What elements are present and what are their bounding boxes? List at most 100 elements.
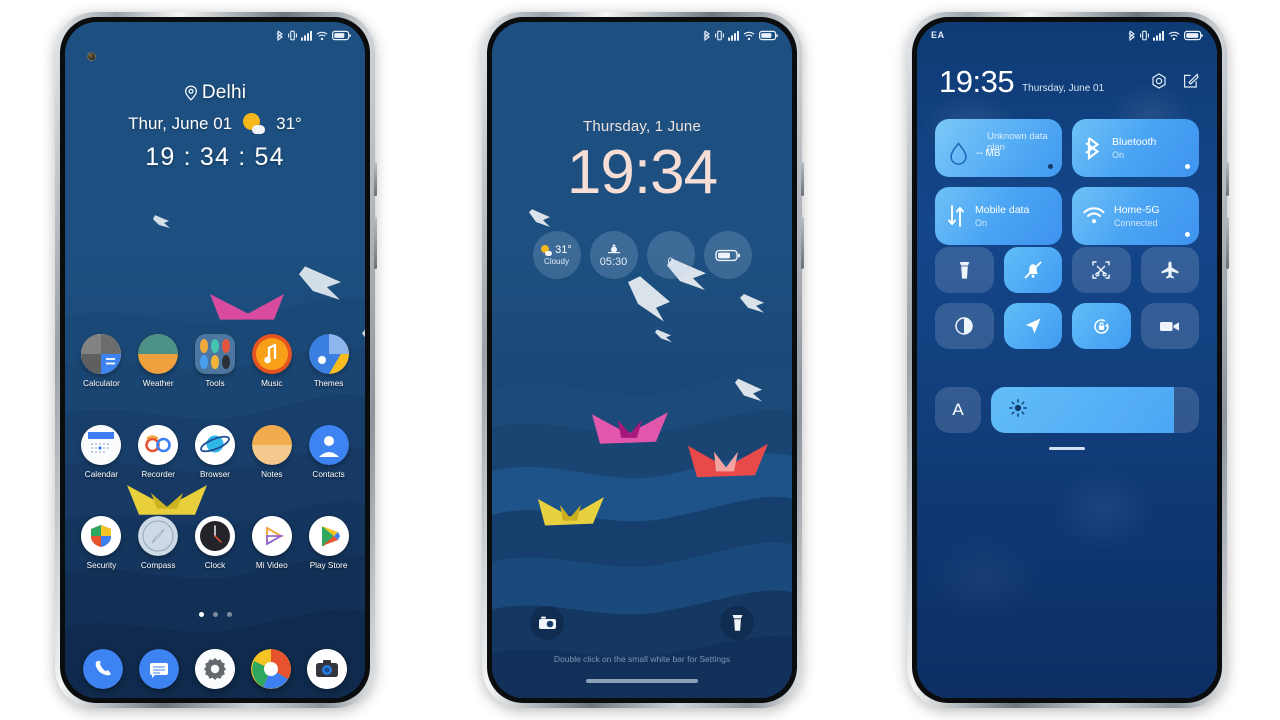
status-bar: EA [917, 22, 1217, 48]
dock-messages[interactable] [131, 649, 187, 689]
weather-clock-widget[interactable]: Delhi Thur, June 01 31° 19 : 34 : 54 [65, 82, 365, 172]
qt-screen-recorder[interactable] [1140, 303, 1199, 349]
tile-mobile-data[interactable]: Mobile data On [935, 187, 1062, 245]
page-dot-3[interactable] [226, 612, 232, 617]
status-icons [1128, 30, 1203, 41]
bluetooth-icon [703, 30, 710, 41]
pill-weather-row: 31° [541, 244, 572, 256]
wifi-icon [1083, 207, 1105, 224]
app-weather[interactable]: Weather [130, 334, 187, 388]
power-button[interactable] [801, 162, 804, 196]
app-calendar[interactable]: Calendar [73, 425, 130, 479]
wifi-icon [1168, 31, 1180, 40]
sun-cloud-icon [541, 244, 553, 256]
flashlight-icon [732, 615, 742, 631]
status-bar [492, 22, 792, 48]
app-grid-row-1: Calculator Weather Tools Music Themes [65, 334, 365, 388]
app-recorder[interactable]: Recorder [130, 425, 187, 479]
phone-lock-screen: Thursday, 1 June 19:34 31° Cloudy 05:30 [482, 12, 804, 708]
app-compass[interactable]: Compass [130, 516, 187, 570]
lock-shortcuts [492, 606, 792, 640]
qt-screenshot[interactable] [1072, 247, 1131, 293]
tile-wifi[interactable]: Home-5G Connected [1072, 187, 1199, 245]
weather-date-row: Thur, June 01 31° [65, 113, 365, 135]
browser-icon [194, 425, 235, 465]
home-screen[interactable]: Delhi Thur, June 01 31° 19 : 34 : 54 Cal… [65, 22, 365, 698]
app-music[interactable]: Music [243, 334, 300, 388]
cc-header-actions [1151, 73, 1199, 94]
pill-weather[interactable]: 31° Cloudy [532, 231, 581, 279]
brightness-slider[interactable] [991, 387, 1199, 433]
cc-clock: 19:35 [939, 64, 1015, 99]
weather-city-row: Delhi [65, 82, 365, 104]
app-clock[interactable]: Clock [187, 516, 244, 570]
app-mi-video[interactable]: Mi Video [243, 516, 300, 570]
volume-button[interactable] [1226, 217, 1229, 269]
tile-data-plan[interactable]: Unknown data plan -- MB [935, 119, 1062, 177]
qt-dark-mode[interactable] [935, 303, 994, 349]
dock-phone[interactable] [75, 649, 131, 689]
pill-sunrise[interactable]: 05:30 [589, 231, 638, 279]
tile-subtitle: On [975, 218, 988, 228]
dock-gallery[interactable] [243, 649, 299, 689]
power-button[interactable] [1226, 162, 1229, 196]
dock-camera[interactable] [299, 649, 355, 689]
messages-icon [139, 649, 179, 689]
page-indicator[interactable] [65, 612, 365, 617]
app-security[interactable]: Security [73, 516, 130, 570]
phone-bezel: EA 19:35 Thursday, June 01 Unknown data … [912, 17, 1222, 703]
vibrate-icon [288, 30, 297, 40]
edit-icon[interactable] [1183, 73, 1199, 94]
mi-video-icon [251, 516, 292, 556]
pill-battery[interactable] [703, 231, 752, 279]
app-contacts[interactable]: Contacts [300, 425, 357, 479]
control-center-handle[interactable] [1049, 447, 1085, 450]
status-bar [65, 22, 365, 48]
lock-widget-pills: 31° Cloudy 05:30 0 [492, 231, 792, 279]
lock-flashlight-shortcut[interactable] [720, 606, 754, 640]
home-indicator-bar[interactable] [586, 679, 698, 683]
signal-icon [728, 30, 739, 41]
app-notes[interactable]: Notes [243, 425, 300, 479]
status-icons [276, 30, 351, 41]
notes-icon [251, 425, 292, 465]
app-tools-folder[interactable]: Tools [187, 334, 244, 388]
auto-brightness-toggle[interactable]: A [935, 387, 981, 433]
vibrate-icon [715, 30, 724, 40]
qt-airplane[interactable] [1140, 247, 1199, 293]
app-label: Themes [313, 379, 344, 388]
qt-flashlight[interactable] [935, 247, 994, 293]
pill-sleep[interactable]: 0 [646, 231, 695, 279]
front-camera-punch-hole [87, 52, 96, 61]
dock-settings[interactable] [187, 649, 243, 689]
qt-rotation-lock[interactable] [1072, 303, 1131, 349]
dark-mode-icon [955, 317, 973, 335]
app-label: Recorder [141, 470, 176, 479]
pill-weather-sub: Cloudy [544, 257, 569, 266]
signal-icon [301, 30, 312, 41]
power-button[interactable] [374, 162, 377, 196]
tile-bluetooth[interactable]: Bluetooth On [1072, 119, 1199, 177]
volume-button[interactable] [374, 217, 377, 269]
app-label: Compass [140, 561, 176, 570]
app-themes[interactable]: Themes [300, 334, 357, 388]
lock-screen[interactable]: Thursday, 1 June 19:34 31° Cloudy 05:30 [492, 22, 792, 698]
page-dot-2[interactable] [212, 612, 218, 617]
app-calculator[interactable]: Calculator [73, 334, 130, 388]
app-play-store[interactable]: Play Store [300, 516, 357, 570]
app-label: Play Store [309, 561, 348, 570]
auto-brightness-label: A [952, 400, 964, 419]
status-icons [703, 30, 778, 41]
music-icon [251, 334, 292, 374]
app-label: Security [86, 561, 117, 570]
settings-gear-icon[interactable] [1151, 73, 1167, 94]
dock [65, 649, 365, 689]
page-dot-1[interactable] [198, 612, 204, 617]
volume-button[interactable] [801, 217, 804, 269]
control-center-screen[interactable]: EA 19:35 Thursday, June 01 Unknown data … [917, 22, 1217, 698]
app-browser[interactable]: Browser [187, 425, 244, 479]
qt-location[interactable] [1003, 303, 1062, 349]
qt-silent[interactable] [1003, 247, 1062, 293]
lock-time: 19:34 [566, 138, 718, 207]
lock-camera-shortcut[interactable] [530, 606, 564, 640]
